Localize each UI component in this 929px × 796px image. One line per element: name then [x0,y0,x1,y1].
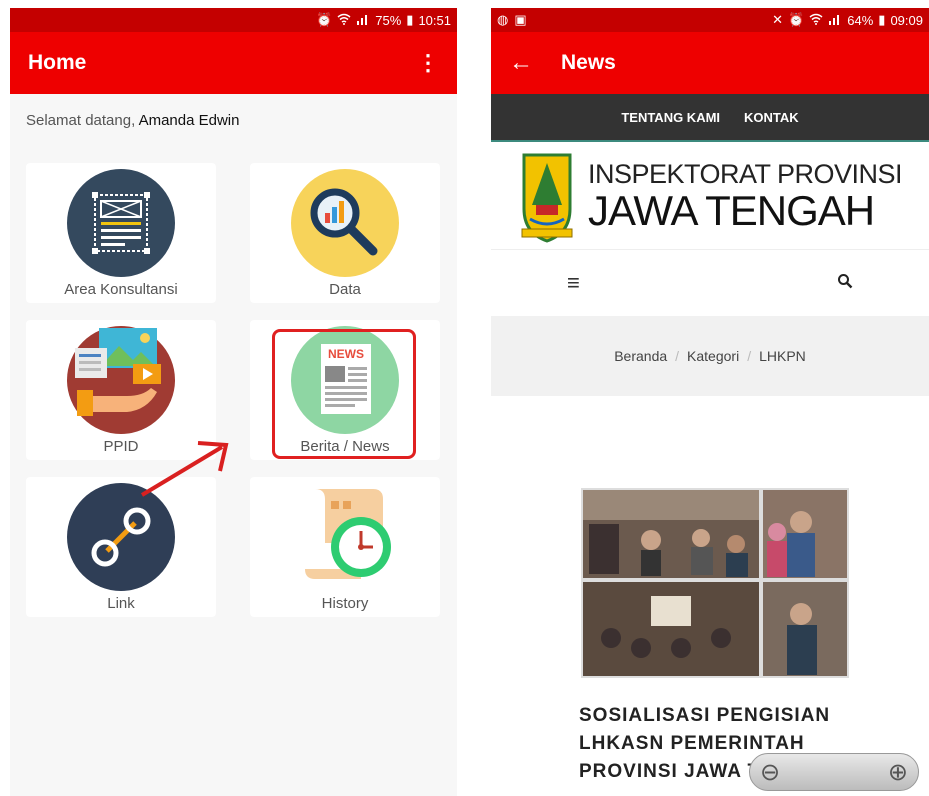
image-icon: ▣ [514,12,527,27]
breadcrumb: Beranda / Kategori / LHKPN [491,316,929,396]
app-bar: ← News [491,32,929,94]
search-icon[interactable] [837,273,853,294]
zoom-in-icon[interactable]: ⊕ [888,758,908,787]
page-title: Home [28,51,87,74]
welcome-prefix: Selamat datang, [26,112,136,129]
clock: 09:09 [890,12,923,28]
battery-icon: ▮ [878,12,886,27]
news-highlight-box [272,329,416,459]
overflow-menu-icon[interactable]: ⋮ [417,50,439,76]
logo-line2: JAWA TENGAH [587,187,875,234]
site-toolbar: ≡ [491,250,929,316]
crumb-separator: / [675,348,680,364]
logo-line1: INSPEKTORAT PROVINSI [587,159,903,189]
back-arrow-icon[interactable]: ← [509,49,533,77]
site-logo[interactable]: INSPEKTORAT PROVINSI JAWA TENGAH [491,142,929,250]
status-bar: ◍ ▣ ✕ ⏰ 64% ▮ 09:09 [491,8,929,32]
signal-icon [828,13,842,28]
alarm-icon: ⏰ [788,12,805,27]
user-name: Amanda Edwin [138,112,240,129]
signal-icon [356,13,370,28]
hamburger-menu-icon[interactable]: ≡ [567,270,580,296]
crumb-separator: / [747,348,752,364]
crumb-beranda[interactable]: Beranda [614,348,667,364]
tile-area-konsultansi[interactable]: Area Konsultansi [26,163,216,303]
nav-tentang-kami[interactable]: TENTANG KAMI [621,110,720,125]
news-screen: ◍ ▣ ✕ ⏰ 64% ▮ 09:09 ← News TENTANG KAMI … [491,8,929,796]
tile-label: Area Konsultansi [64,281,178,298]
wifi-icon [337,13,351,28]
province-emblem-icon [521,153,573,243]
tile-label: Link [107,595,135,612]
nav-kontak[interactable]: KONTAK [744,110,799,125]
media-hand-icon [67,326,175,434]
welcome-text: Selamat datang, Amanda Edwin [10,94,457,147]
annotation-arrow-icon [140,441,229,497]
home-screen: ⏰ 75% ▮ 10:51 Home ⋮ Selamat datang, Ama… [10,8,457,796]
battery-icon: ▮ [406,12,414,27]
crumb-lhkpn: LHKPN [759,348,806,364]
wifi-icon [809,13,823,28]
page-title: News [561,51,616,74]
alarm-icon: ⏰ [316,12,333,27]
article-photo[interactable] [581,488,849,678]
magnifier-chart-icon [291,169,399,277]
layout-icon [67,169,175,277]
whatsapp-icon: ◍ [497,12,509,27]
tile-label: Data [329,281,361,298]
tile-label: History [321,595,369,612]
mute-icon: ✕ [772,12,784,27]
clock: 10:51 [418,12,451,28]
battery-percent: 75% [375,12,402,28]
history-clock-icon [291,483,399,591]
zoom-out-icon[interactable]: ⊖ [760,758,780,787]
tile-data[interactable]: Data [250,163,440,303]
status-bar: ⏰ 75% ▮ 10:51 [10,8,457,32]
zoom-control: ⊖ ⊕ [749,753,919,791]
site-nav: TENTANG KAMI KONTAK [491,94,929,142]
app-bar: Home ⋮ [10,32,457,94]
crumb-kategori[interactable]: Kategori [687,348,739,364]
battery-percent: 64% [847,12,874,28]
tile-history[interactable]: History [250,477,440,617]
